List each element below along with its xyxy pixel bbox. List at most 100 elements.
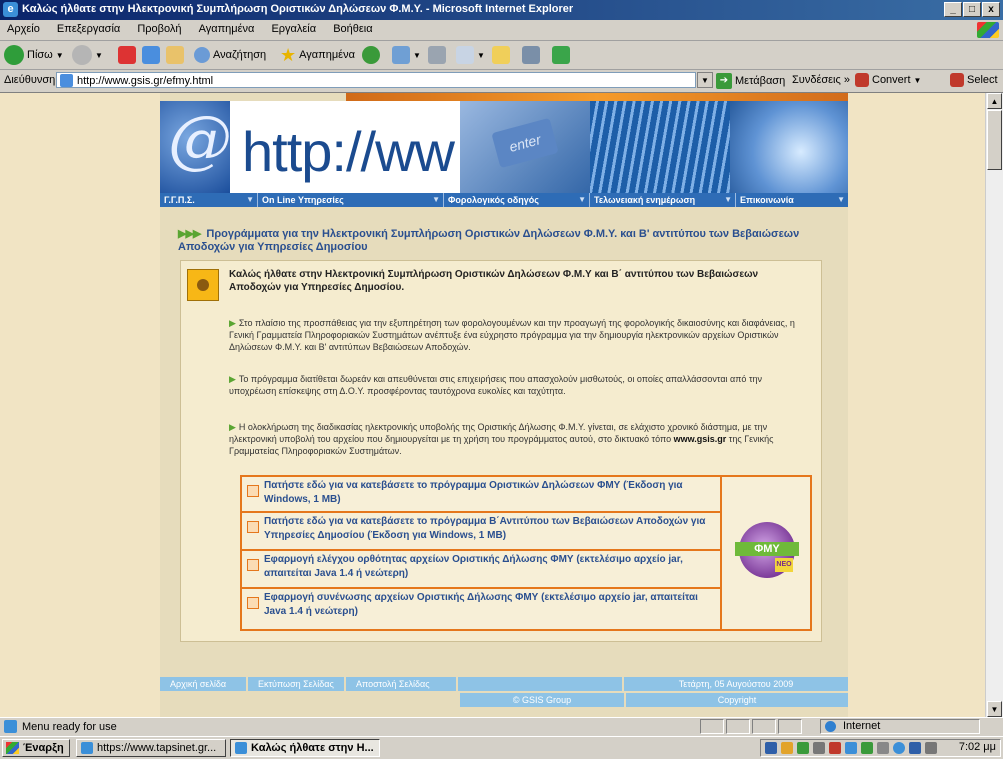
maximize-button[interactable]: □: [963, 2, 981, 17]
nav-chevron-icon: ▼: [837, 195, 845, 204]
footer-group: © GSIS Group: [460, 693, 624, 707]
footer-copyright[interactable]: Copyright: [626, 693, 848, 707]
tray-icon[interactable]: [765, 742, 777, 754]
mail-dropdown-icon: ▼: [413, 50, 421, 60]
download-link-validator[interactable]: Εφαρμογή ελέγχου ορθότητας αρχείων Οριστ…: [264, 553, 714, 581]
task-button-active[interactable]: Καλώς ήλθατε στην Η...: [230, 739, 380, 757]
window-controls: _ □ x: [944, 2, 1000, 17]
research-button[interactable]: [522, 44, 540, 66]
download-icon: [247, 485, 259, 497]
menu-bar: Αρχείο Επεξεργασία Προβολή Αγαπημένα Εργ…: [0, 20, 1003, 41]
forward-button[interactable]: ▼: [72, 44, 103, 66]
links-button[interactable]: Συνδέσεις »: [792, 74, 850, 86]
mail-button[interactable]: ▼: [392, 44, 421, 66]
address-dropdown-icon[interactable]: ▼: [697, 72, 713, 88]
nav-online-services[interactable]: On Line Υπηρεσίες ▼: [258, 193, 444, 207]
ie-icon: e: [3, 2, 18, 17]
home-button[interactable]: [166, 44, 184, 66]
standard-toolbar: Πίσω ▼ ▼ Αναζήτηση ★ Αγαπημένα ▼ ▼: [0, 41, 1003, 70]
select-label: Select: [967, 74, 998, 86]
select-button[interactable]: Select: [950, 73, 998, 87]
nav-customs[interactable]: Τελωνειακή ενημέρωση ▼: [590, 193, 736, 207]
menu-favorites[interactable]: Αγαπημένα: [192, 20, 262, 35]
menu-edit[interactable]: Επεξεργασία: [50, 20, 127, 35]
menu-view[interactable]: Προβολή: [130, 20, 188, 35]
favorites-label: Αγαπημένα: [299, 49, 355, 61]
download-row[interactable]: Εφαρμογή συνένωσης αρχείων Οριστικής Δήλ…: [242, 589, 720, 627]
folder-button[interactable]: [492, 44, 510, 66]
gsis-logo: @: [160, 101, 232, 193]
task-button[interactable]: https://www.tapsinet.gr...: [76, 739, 226, 757]
download-row[interactable]: Εφαρμογή ελέγχου ορθότητας αρχείων Οριστ…: [242, 551, 720, 589]
back-arrow-icon: [4, 45, 24, 65]
download-icon: [247, 559, 259, 571]
footer-send-link[interactable]: Αποστολή Σελίδας: [346, 677, 458, 691]
speaker-icon[interactable]: [877, 742, 889, 754]
nav-gsis[interactable]: Γ.Γ.Π.Σ. ▼: [160, 193, 258, 207]
site-nav: Γ.Γ.Π.Σ. ▼ On Line Υπηρεσίες ▼ Φορολογικός…: [160, 193, 848, 207]
scroll-up-icon[interactable]: ▲: [987, 93, 1002, 109]
vertical-scrollbar[interactable]: ▲ ▼: [985, 93, 1003, 717]
refresh-button[interactable]: [142, 44, 160, 66]
convert-dropdown-icon: ▼: [913, 75, 922, 85]
tray-icon[interactable]: [781, 742, 793, 754]
tray-icon[interactable]: [797, 742, 809, 754]
window-title: Καλώς ήλθατε στην Ηλεκτρονική Συμπλήρωση…: [22, 3, 574, 15]
stop-button[interactable]: [118, 44, 136, 66]
star-icon: ★: [280, 44, 297, 65]
download-link-merger[interactable]: Εφαρμογή συνένωσης αρχείων Οριστικής Δήλ…: [264, 591, 714, 619]
scroll-down-icon[interactable]: ▼: [987, 701, 1002, 717]
menu-file[interactable]: Αρχείο: [0, 20, 47, 35]
stop-icon: [118, 46, 136, 64]
go-arrow-icon: ➔: [716, 73, 732, 89]
convert-icon: [855, 73, 869, 87]
menu-tools[interactable]: Εργαλεία: [264, 20, 323, 35]
start-button[interactable]: Έναρξη: [2, 739, 70, 757]
tray-icon[interactable]: [845, 742, 857, 754]
download-link-b-copy[interactable]: Πατήστε εδώ για να κατεβάσετε το πρόγραμ…: [264, 515, 714, 543]
menu-help[interactable]: Βοήθεια: [326, 20, 379, 35]
download-row[interactable]: Πατήστε εδώ για να κατεβάσετε το πρόγραμ…: [242, 477, 720, 513]
network-icon[interactable]: [925, 742, 937, 754]
messenger-icon: [552, 46, 570, 64]
edit-button[interactable]: ▼: [456, 44, 485, 66]
nav-chevron-icon: ▼: [246, 195, 254, 204]
minimize-button[interactable]: _: [944, 2, 962, 17]
print-button[interactable]: [428, 44, 446, 66]
paragraph-submission: ▶ Η ολοκλήρωση της διαδικασίας ηλεκτρονικ…: [229, 422, 774, 456]
address-input[interactable]: http://www.gsis.gr/efmy.html: [56, 72, 696, 88]
home-icon: [166, 46, 184, 64]
address-url: http://www.gsis.gr/efmy.html: [77, 75, 214, 87]
favorites-button[interactable]: ★ Αγαπημένα: [280, 44, 355, 66]
tray-icon[interactable]: [813, 742, 825, 754]
download-link-fmy[interactable]: Πατήστε εδώ για να κατεβάσετε το πρόγραμ…: [264, 479, 714, 507]
close-button[interactable]: x: [982, 2, 1000, 17]
edit-dropdown-icon: ▼: [477, 50, 485, 60]
tray-icon[interactable]: [861, 742, 873, 754]
history-button[interactable]: [362, 44, 380, 66]
taskbar: Έναρξη https://www.tapsinet.gr... Καλώς …: [0, 736, 1003, 759]
nav-tax-guide[interactable]: Φορολογικός οδηγός ▼: [444, 193, 590, 207]
scroll-thumb[interactable]: [987, 110, 1002, 170]
download-row[interactable]: Πατήστε εδώ για να κατεβάσετε το πρόγραμ…: [242, 513, 720, 551]
gsis-site-link[interactable]: www.gsis.gr: [674, 434, 727, 444]
go-button[interactable]: ➔ Μετάβαση: [716, 73, 785, 89]
footer-home-link[interactable]: Αρχική σελίδα: [160, 677, 248, 691]
footer-date: Τετάρτη, 05 Αυγούστου 2009: [624, 677, 848, 691]
tray-icon[interactable]: [829, 742, 841, 754]
bullet-arrow-icon: ▶: [229, 318, 236, 328]
print-icon: [428, 46, 446, 64]
ie-icon: [81, 742, 93, 754]
search-label: Αναζήτηση: [213, 49, 267, 61]
nav-contact[interactable]: Επικοινωνία ▼: [736, 193, 848, 207]
messenger-button[interactable]: [552, 44, 570, 66]
tray-icon[interactable]: [893, 742, 905, 754]
footer-print-link[interactable]: Εκτύπωση Σελίδας: [248, 677, 346, 691]
convert-button[interactable]: Convert ▼: [855, 73, 921, 87]
clock[interactable]: 7:02 μμ: [959, 741, 996, 753]
title-bar: e Καλώς ήλθατε στην Ηλεκτρονική Συμπλήρω…: [0, 0, 1003, 20]
tray-icon[interactable]: [909, 742, 921, 754]
back-dropdown-icon: ▼: [55, 50, 64, 60]
search-button[interactable]: Αναζήτηση: [194, 44, 266, 66]
back-button[interactable]: Πίσω ▼: [4, 44, 64, 66]
